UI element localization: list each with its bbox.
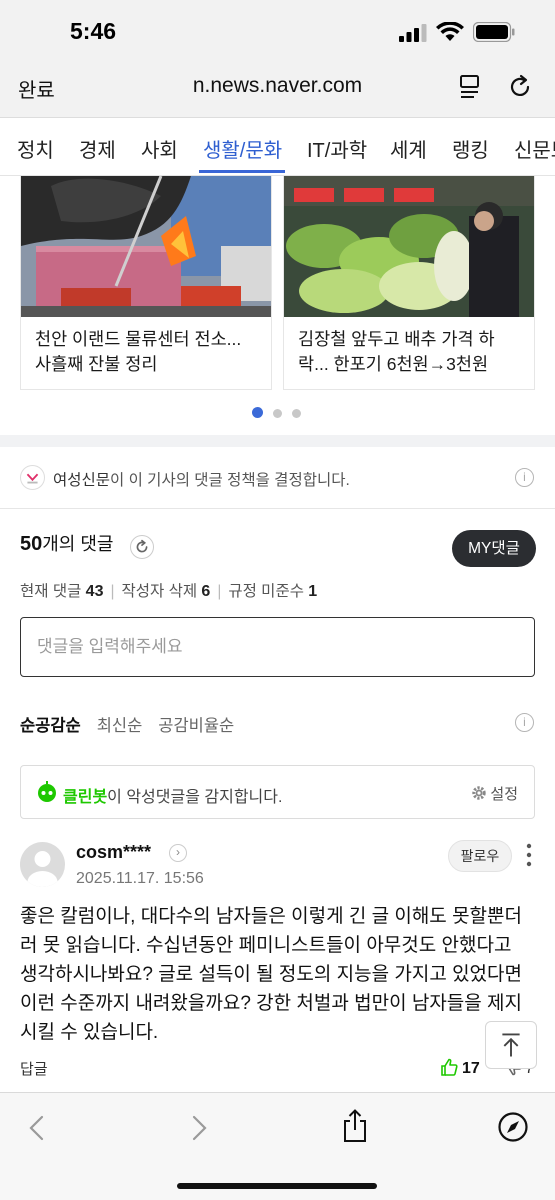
stat-deleted-value: 6 <box>201 583 211 600</box>
cleanbot-text: 클린봇이 악성댓글을 감지합니다. <box>63 783 282 807</box>
done-button[interactable]: 완료 <box>18 74 55 103</box>
comment-count-header: 50개의 댓글 <box>20 530 114 556</box>
comment-count: 50 <box>20 533 43 555</box>
article-caption: 김장철 앞두고 배추 가격 하락... 한포기 6천원→3천원 <box>298 329 495 374</box>
tab-newspaper[interactable]: 신문보기 <box>514 134 555 163</box>
tab-world[interactable]: 세계 <box>390 134 427 163</box>
info-icon[interactable]: i <box>515 468 534 487</box>
article-thumbnail-cabbage <box>284 176 534 317</box>
carousel-dot-active[interactable] <box>252 407 263 418</box>
comment-policy-bar: 여성신문이 이 기사의 댓글 정책을 결정합니다. i <box>0 447 555 509</box>
compass-icon[interactable] <box>497 1111 529 1143</box>
browser-url-bar: n.news.naver.com 완료 <box>0 62 555 118</box>
comment-body: 좋은 칼럼이나, 대다수의 남자들은 이렇게 긴 글 이해도 못할뿐더러 못 읽… <box>20 906 523 1043</box>
policy-message: 이 이 기사의 댓글 정책을 결정합니다. <box>110 472 350 489</box>
cleanbot-icon <box>38 781 56 802</box>
stat-current-label: 현재 댓글 <box>20 583 82 600</box>
share-icon[interactable] <box>340 1109 370 1143</box>
thumbs-up-icon <box>441 1058 458 1076</box>
like-button[interactable]: 17 <box>440 1058 480 1078</box>
settings-label: 설정 <box>490 786 518 803</box>
article-thumbnail-fire <box>21 176 271 317</box>
cleanbot-banner: 클린봇이 악성댓글을 감지합니다. 설정 <box>20 765 535 819</box>
my-comments-button[interactable]: MY댓글 <box>452 530 536 567</box>
category-tabs: 정치 경제 사회 생활/문화 IT/과학 세계 랭킹 신문보기 <box>0 118 555 176</box>
tab-life-culture[interactable]: 생활/문화 <box>203 134 282 163</box>
related-article-card[interactable]: 김장철 앞두고 배추 가격 하락... 한포기 6천원→3천원 <box>283 176 535 390</box>
cellular-signal-icon <box>399 24 427 42</box>
sort-options: 순공감순 최신순 공감비율순 <box>20 712 250 736</box>
home-indicator <box>177 1183 377 1189</box>
active-tab-underline <box>199 170 285 173</box>
comment-date: 2025.11.17. 15:56 <box>76 870 204 887</box>
stat-violation-value: 1 <box>308 583 318 600</box>
follow-button[interactable]: 팔로우 <box>448 840 512 872</box>
carousel-dot[interactable] <box>273 409 282 418</box>
stat-current-value: 43 <box>85 583 104 600</box>
tab-society[interactable]: 사회 <box>141 134 178 163</box>
comment-stats: 현재 댓글 43 | 작성자 삭제 6 | 규정 미준수 1 <box>20 583 318 600</box>
scroll-to-top-icon[interactable] <box>485 1021 537 1069</box>
related-article-card[interactable]: 천안 이랜드 물류센터 전소...사흘째 잔불 정리 <box>20 176 272 390</box>
reader-mode-icon[interactable] <box>457 74 483 100</box>
carousel-pagination <box>252 405 311 423</box>
policy-text: 여성신문이 이 기사의 댓글 정책을 결정합니다. <box>53 468 350 490</box>
forward-icon[interactable] <box>183 1113 213 1143</box>
refresh-comments-icon[interactable] <box>130 535 154 559</box>
tab-economy[interactable]: 경제 <box>79 134 116 163</box>
stat-deleted-label: 작성자 삭제 <box>121 583 198 600</box>
status-bar: 5:46 <box>0 0 555 62</box>
comment-item: cosm**** › 2025.11.17. 15:56 팔로우 좋은 칼럼이나… <box>0 820 555 1092</box>
reload-icon[interactable] <box>507 74 533 100</box>
more-options-icon[interactable] <box>524 842 534 868</box>
cleanbot-settings-button[interactable]: 설정 <box>471 783 518 804</box>
like-count: 17 <box>462 1060 480 1077</box>
tab-politics[interactable]: 정치 <box>17 134 54 163</box>
tab-ranking[interactable]: 랭킹 <box>452 134 489 163</box>
avatar[interactable] <box>20 842 65 887</box>
battery-icon <box>473 22 515 42</box>
comment-username[interactable]: cosm**** <box>76 842 151 863</box>
comment-count-label: 개의 댓글 <box>42 534 114 554</box>
back-icon[interactable] <box>23 1113 53 1143</box>
section-divider <box>0 435 555 447</box>
press-name[interactable]: 여성신문 <box>53 472 110 489</box>
sort-popular[interactable]: 순공감순 <box>20 717 81 735</box>
tab-it-science[interactable]: IT/과학 <box>307 134 367 163</box>
cleanbot-message: 이 악성댓글을 감지합니다. <box>107 789 283 806</box>
status-time: 5:46 <box>70 18 117 44</box>
press-logo-icon <box>20 465 45 490</box>
carousel-dot[interactable] <box>292 409 301 418</box>
chevron-right-icon[interactable]: › <box>169 844 187 862</box>
comment-input-box[interactable] <box>20 617 535 677</box>
sort-ratio[interactable]: 공감비율순 <box>158 717 234 735</box>
sort-latest[interactable]: 최신순 <box>97 717 143 735</box>
article-caption: 천안 이랜드 물류센터 전소...사흘째 잔불 정리 <box>35 329 242 374</box>
sort-info-icon[interactable]: i <box>515 713 534 732</box>
cleanbot-name: 클린봇 <box>63 789 108 806</box>
reply-button[interactable]: 답글 <box>20 1058 48 1079</box>
comment-input[interactable] <box>21 618 534 676</box>
stat-violation-label: 규정 미준수 <box>228 583 304 600</box>
wifi-icon <box>436 22 464 41</box>
related-articles: 천안 이랜드 물류센터 전소...사흘째 잔불 정리 김장철 앞두고 배추 가격 <box>0 176 555 436</box>
gear-icon <box>472 786 487 800</box>
